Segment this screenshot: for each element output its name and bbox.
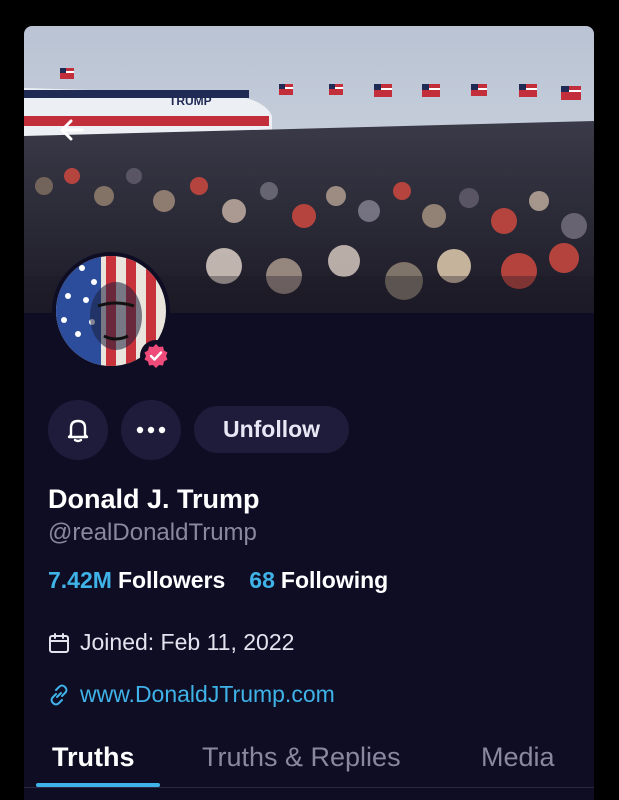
followers-count: 7.42M <box>48 567 112 593</box>
profile-tabs: Truths Truths & Replies Media <box>24 738 594 788</box>
ellipsis-icon <box>136 426 166 434</box>
bell-icon <box>67 419 89 443</box>
followers-label: Followers <box>117 567 226 593</box>
back-button[interactable] <box>54 112 90 148</box>
profile-card: TRUMP Unfollow Donald J. Trump @realDona… <box>24 26 594 800</box>
website-link[interactable]: www.DonaldJTrump.com <box>48 681 335 708</box>
profile-handle: @realDonaldTrump <box>48 519 257 546</box>
plane-lettering: TRUMP <box>169 94 212 108</box>
following-count: 68 <box>249 567 275 593</box>
tab-truths-and-replies[interactable]: Truths & Replies <box>202 742 401 773</box>
following-link[interactable]: 68 Following <box>249 567 388 594</box>
tab-truths[interactable]: Truths <box>52 742 135 773</box>
verified-check-icon <box>144 344 168 368</box>
verified-badge <box>140 340 172 372</box>
tab-media[interactable]: Media <box>481 742 555 773</box>
link-icon <box>50 684 68 705</box>
more-options-button[interactable] <box>121 400 181 460</box>
arrow-left-icon <box>60 119 84 141</box>
unfollow-button[interactable]: Unfollow <box>194 406 349 453</box>
calendar-icon <box>49 632 69 653</box>
profile-stats: 7.42M Followers 68 Following <box>48 567 388 594</box>
joined-date: Joined: Feb 11, 2022 <box>48 629 294 656</box>
profile-name: Donald J. Trump <box>48 484 260 514</box>
following-label: Following <box>280 567 389 593</box>
notifications-button[interactable] <box>48 400 108 460</box>
followers-link[interactable]: 7.42M Followers <box>48 567 225 594</box>
website-text: www.DonaldJTrump.com <box>80 681 335 707</box>
joined-text: Joined: Feb 11, 2022 <box>80 629 295 655</box>
active-tab-indicator <box>36 783 160 787</box>
